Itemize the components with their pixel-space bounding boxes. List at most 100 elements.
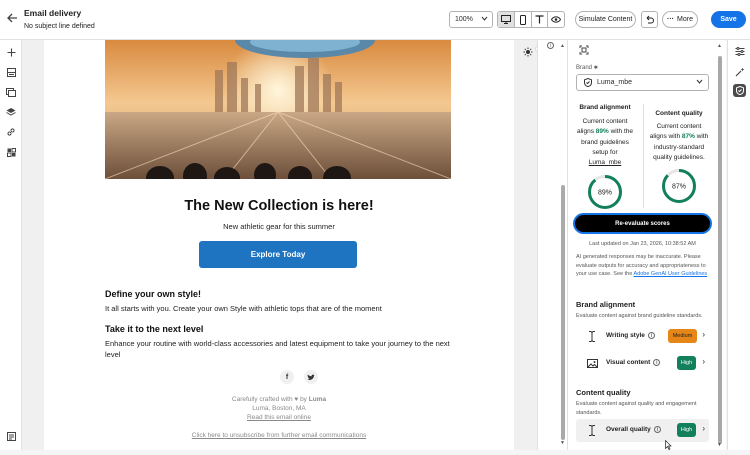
overall-quality-row[interactable]: Overall quality i High › [576, 419, 709, 442]
quality-line2: aligns with 87% with [646, 132, 712, 142]
page-title: Email delivery [24, 8, 82, 18]
image-icon [585, 356, 599, 370]
brand-check-icon[interactable] [733, 84, 746, 97]
email-tagline[interactable]: New athletic gear for this summer [44, 222, 514, 231]
brand-label-text: Brand [576, 65, 593, 71]
footer-crafted-text: Carefully crafted with ♥ by [231, 396, 307, 403]
panel-scroll-up-icon[interactable]: ▲ [717, 43, 722, 49]
content-quality-section-desc: Evaluate content against quality and eng… [576, 400, 696, 417]
brand-alignment-section-title: Brand alignment [576, 300, 636, 309]
disclaimer-line3-text: your use case. See the [576, 271, 633, 277]
brand-guideline-link[interactable]: Luma_mbe [572, 158, 638, 168]
section2-title[interactable]: Take it to the next level [105, 324, 203, 334]
alignment-line2-post: with the [610, 128, 634, 136]
simulate-content-button[interactable]: Simulate Content [575, 11, 636, 28]
quality-line3: industry-standard [653, 143, 705, 151]
quality-line2-post: with [696, 133, 709, 141]
disclaimer-line3: your use case. See the Adobe GenAI User … [576, 270, 716, 279]
device-toggle-group [497, 11, 565, 28]
explore-today-button[interactable]: Explore Today [199, 241, 357, 268]
alignment-line3: brand guidelines [581, 138, 629, 146]
visual-content-row[interactable]: Visual content i High › [576, 352, 709, 375]
alignment-line2: aligns 89% with the [572, 127, 638, 137]
ai-disclaimer: AI generated responses may be inaccurate… [576, 253, 716, 279]
chevron-right-icon: › [702, 424, 705, 433]
footer-location: Luma, Boston, MA [252, 405, 306, 412]
visual-content-badge: High [677, 356, 696, 370]
text-view-icon[interactable] [532, 12, 549, 27]
panel-scrollbar-thumb[interactable] [718, 56, 722, 444]
scroll-up-icon[interactable]: ▲ [560, 43, 565, 49]
assets-icon[interactable] [5, 86, 17, 98]
brand-alignment-ring: 89% [588, 175, 622, 209]
section1-text[interactable]: It all starts with you. Create your own … [105, 303, 455, 314]
info-icon[interactable]: i [653, 426, 661, 433]
brand-shield-icon [584, 77, 592, 89]
brand-label: Brand ✱ [576, 65, 598, 71]
quality-line4: quality guidelines. [653, 153, 705, 161]
visual-content-text: Visual content [606, 359, 651, 367]
collapse-panel-icon[interactable] [579, 42, 589, 55]
email-headline[interactable]: The New Collection is here! [44, 198, 514, 214]
alignment-line2-pre: aligns [576, 128, 594, 136]
facebook-icon[interactable]: f [280, 370, 294, 384]
required-asterisk: ✱ [593, 65, 598, 71]
content-quality-score: 87% [672, 184, 686, 191]
more-button[interactable]: ··· More [662, 11, 698, 28]
top-bar: Email delivery No subject line defined 1… [0, 0, 750, 40]
brand-alignment-section-desc: Evaluate content against brand guideline… [576, 313, 703, 319]
quality-line1: Current content [656, 123, 702, 130]
zoom-select[interactable]: 100% [449, 11, 493, 28]
canvas-scrollbar-thumb[interactable] [561, 185, 565, 440]
panel-scroll-down-icon[interactable]: ▼ [717, 442, 722, 448]
chevron-down-icon [481, 15, 488, 24]
section1-title[interactable]: Define your own style! [105, 289, 201, 299]
scroll-down-icon[interactable]: ▼ [560, 440, 565, 446]
twitter-icon[interactable] [304, 370, 318, 384]
info-icon[interactable]: i [547, 42, 554, 49]
content-quality-section-title: Content quality [576, 388, 631, 397]
read-online-link[interactable]: Read this email online [44, 414, 514, 421]
section2-text[interactable]: Enhance your routine with world-class ac… [105, 338, 455, 360]
back-arrow-icon[interactable] [6, 12, 20, 26]
genai-guidelines-link[interactable]: Adobe GenAI User Guidelines [634, 271, 708, 277]
desktop-view-icon[interactable] [498, 12, 515, 27]
layout-icon[interactable] [5, 66, 17, 78]
writing-style-row[interactable]: Writing style i Medium › [576, 325, 709, 348]
content-quality-ring: 87% [662, 169, 696, 203]
disclaimer-line1: AI generated responses may be inaccurate… [576, 254, 701, 260]
info-icon[interactable]: i [647, 332, 655, 339]
properties-icon[interactable] [733, 45, 746, 58]
chevron-down-icon [696, 78, 703, 87]
add-icon[interactable] [5, 46, 17, 58]
column-divider [643, 104, 644, 208]
settings-panel-icon[interactable] [5, 430, 17, 442]
unsubscribe-link[interactable]: Click here to unsubscribe from further e… [44, 432, 514, 439]
chevron-right-icon: › [702, 330, 705, 339]
brand-select-value: Luma_mbe [597, 79, 633, 86]
content-quality-text: Current content aligns with 87% with ind… [646, 122, 712, 163]
undo-icon[interactable] [641, 11, 658, 28]
link-icon[interactable] [5, 126, 17, 138]
brand-select[interactable]: Luma_mbe [576, 74, 709, 91]
brand-alignment-heading: Brand alignment [579, 104, 631, 111]
visual-content-label: Visual content i [606, 359, 661, 367]
re-evaluate-scores-button[interactable]: Re-evaluate scores [575, 215, 710, 232]
info-icon[interactable]: i [653, 359, 661, 366]
brand-alignment-score: 89% [598, 190, 612, 197]
ai-assistant-icon[interactable] [733, 65, 746, 78]
page-subtitle: No subject line defined [24, 23, 95, 30]
footer-brand: Luma [308, 396, 327, 403]
text-cursor-icon [585, 329, 599, 343]
fragments-icon[interactable] [5, 146, 17, 158]
mobile-view-icon[interactable] [515, 12, 532, 27]
layers-icon[interactable] [5, 106, 17, 118]
preview-eye-icon[interactable] [548, 12, 564, 27]
save-button[interactable]: Save [711, 11, 746, 28]
light-mode-icon[interactable] [523, 44, 533, 57]
overall-quality-label: Overall quality i [606, 426, 661, 433]
left-rail [0, 40, 22, 450]
more-dots-icon: ··· [667, 16, 675, 23]
hero-image[interactable] [105, 40, 451, 179]
mouse-pointer-icon [665, 437, 672, 455]
